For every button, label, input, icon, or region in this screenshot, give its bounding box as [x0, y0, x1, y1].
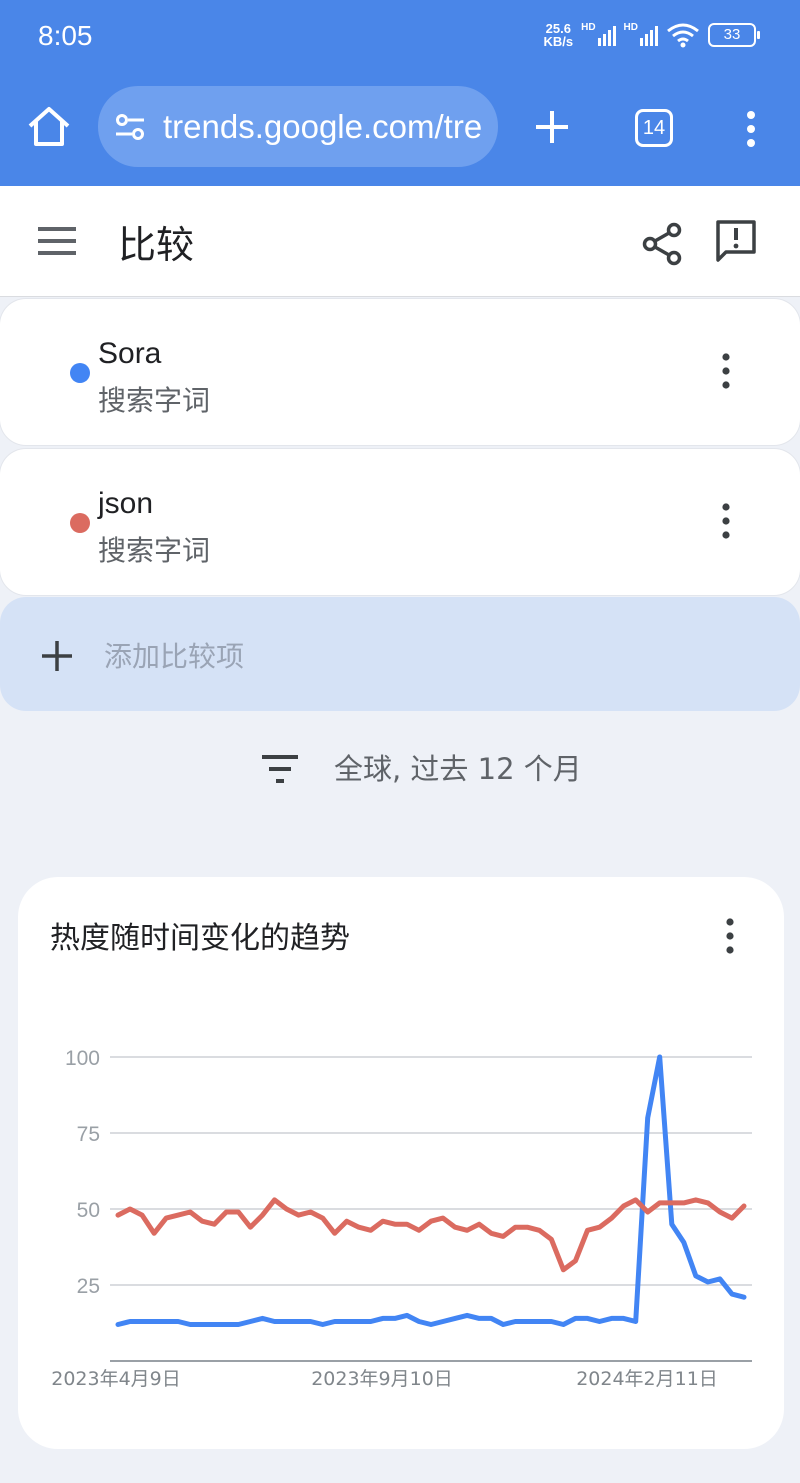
y-tick-label: 25 [77, 1275, 100, 1298]
signal-icon [597, 24, 616, 46]
line-chart: 100 75 50 25 2023年4月9日 2023年9月10日 2024年2月11日 [51, 1047, 752, 1390]
add-comparison-label: 添加比较项 [104, 640, 245, 673]
new-tab-icon[interactable] [532, 105, 572, 149]
menu-icon[interactable] [36, 223, 78, 259]
x-tick-label: 2023年9月10日 [311, 1368, 453, 1390]
term-card-json[interactable]: json 搜索字词 [0, 449, 800, 595]
series-color-dot [70, 363, 90, 383]
x-tick-label: 2024年2月11日 [576, 1368, 718, 1390]
network-speed: 25.6 KB/s [543, 21, 574, 49]
series-color-dot [70, 513, 90, 533]
more-vert-icon[interactable] [714, 349, 738, 393]
status-bar: 8:05 25.6 KB/s HD HD 33 [0, 0, 800, 76]
more-vert-icon[interactable] [714, 499, 738, 543]
app-bar: 比较 [0, 186, 800, 297]
term-type: 搜索字词 [98, 534, 211, 567]
home-icon[interactable] [24, 102, 74, 152]
filter-icon [262, 755, 298, 783]
tune-icon[interactable] [114, 111, 146, 143]
term-name: Sora [98, 337, 162, 370]
x-tick-label: 2023年4月9日 [51, 1368, 181, 1390]
term-card-sora[interactable]: Sora 搜索字词 [0, 299, 800, 445]
status-time: 8:05 [38, 20, 93, 51]
signal-icon-2 [640, 24, 658, 46]
hd-label-2: HD [623, 22, 638, 33]
interest-over-time-card: 热度随时间变化的趋势 100 75 50 25 2023年4月9日 2023年9月10日 2… [18, 877, 784, 1449]
more-vert-icon[interactable] [738, 109, 764, 149]
add-comparison-button[interactable]: 添加比较项 [0, 597, 800, 711]
y-tick-label: 50 [77, 1199, 100, 1222]
url-text[interactable]: trends.google.com/tre [163, 108, 482, 146]
page-title: 比较 [118, 223, 195, 267]
tab-switcher-button[interactable]: 14 [635, 109, 673, 147]
y-tick-label: 100 [65, 1047, 100, 1070]
y-tick-label: 75 [77, 1123, 100, 1146]
hd-label: HD [581, 22, 596, 33]
add-icon [42, 641, 72, 671]
filter-summary: 全球, 过去 12 个月 [334, 752, 582, 786]
bottom-strip [0, 1449, 800, 1483]
filter-row[interactable]: 全球, 过去 12 个月 [0, 712, 800, 824]
term-type: 搜索字词 [98, 384, 211, 417]
term-name: json [98, 487, 154, 520]
share-icon[interactable] [638, 220, 686, 268]
wifi-icon [667, 23, 699, 48]
battery-indicator: 33 [708, 23, 760, 47]
status-icons: 25.6 KB/s HD HD 33 [543, 21, 760, 49]
series-line-json [115, 1197, 747, 1273]
browser-toolbar: trends.google.com/tre 14 [0, 76, 800, 186]
url-bar[interactable]: trends.google.com/tre [98, 86, 498, 167]
feedback-icon[interactable] [712, 218, 760, 266]
